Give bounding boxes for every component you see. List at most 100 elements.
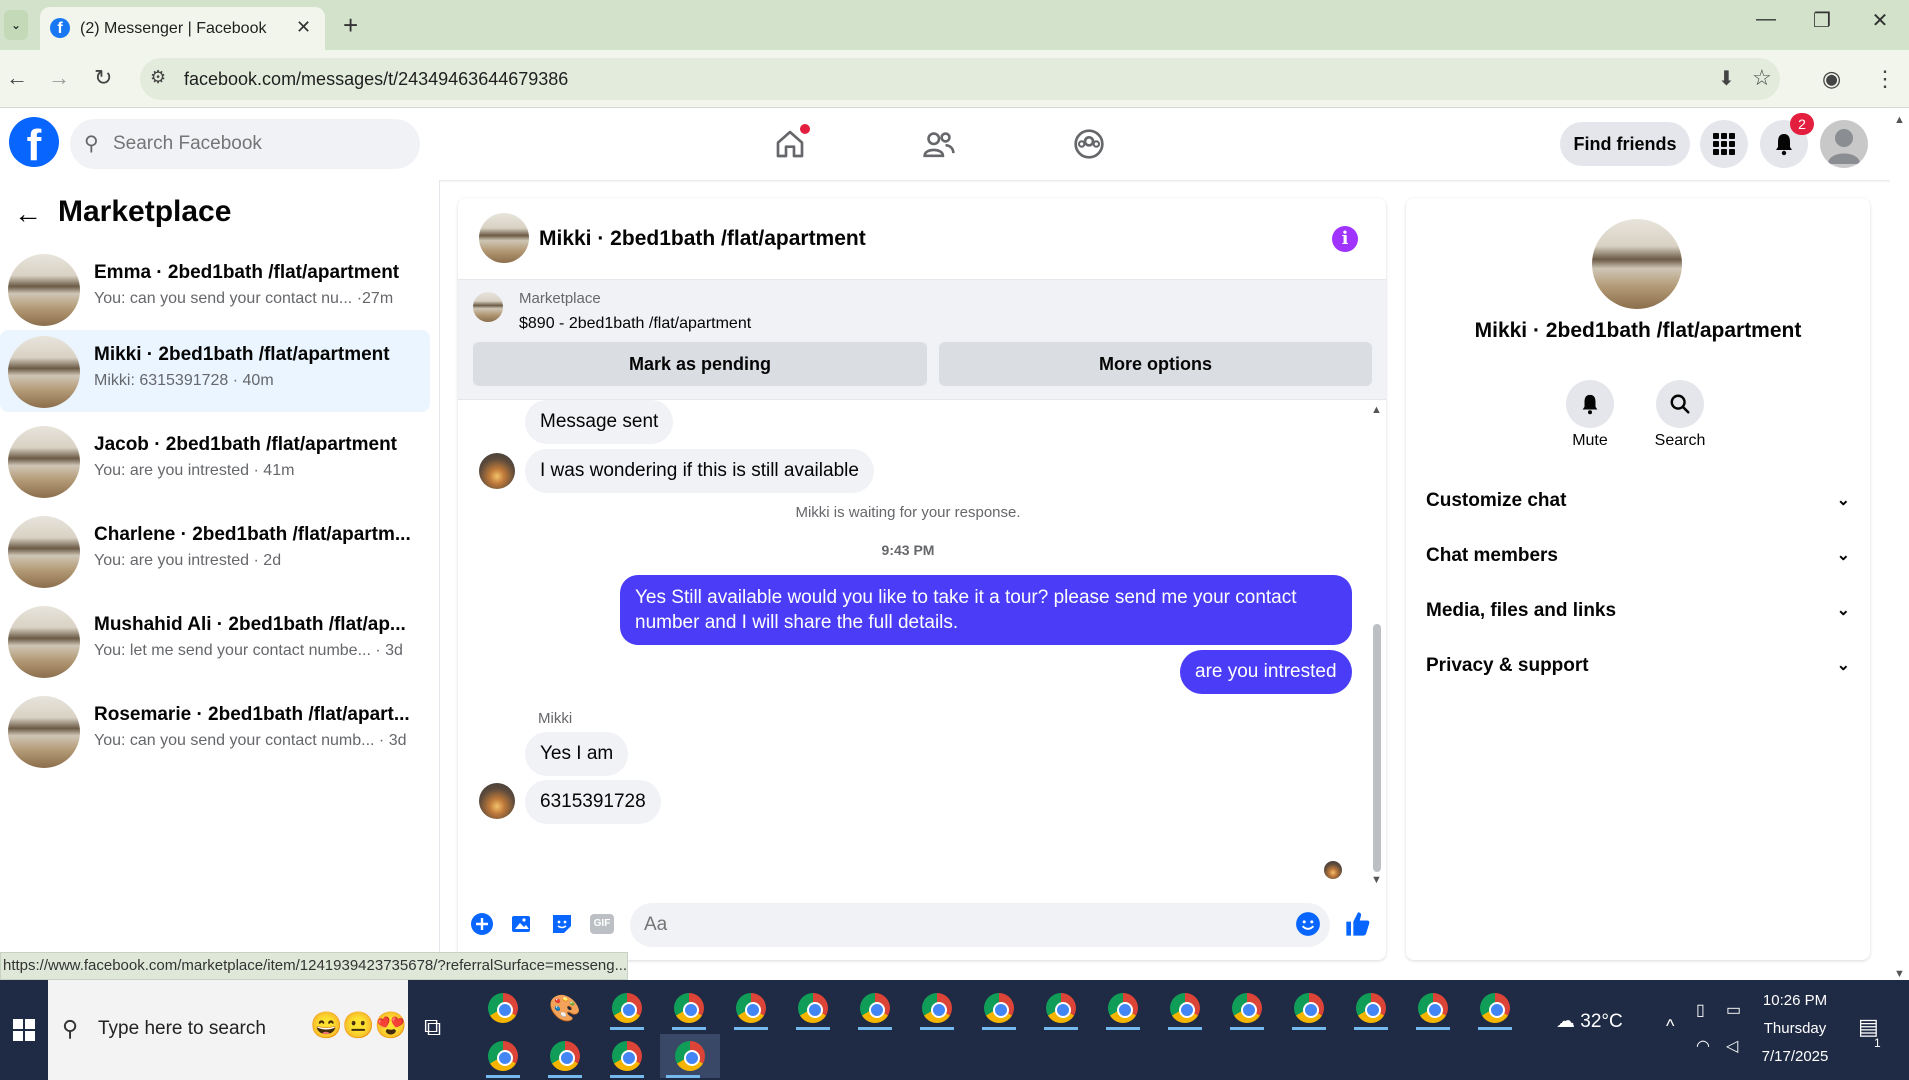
conversation-item[interactable]: Charlene · 2bed1bath /flat/apartm... You…: [0, 510, 430, 592]
chrome-profile-icon[interactable]: [790, 986, 836, 1030]
chrome-profile-icon[interactable]: [666, 986, 712, 1030]
address-bar[interactable]: ⚙ facebook.com/messages/t/24349463644679…: [140, 58, 1780, 100]
section-customize-chat[interactable]: Customize chat ⌄: [1426, 490, 1850, 520]
section-label: Customize chat: [1426, 490, 1567, 511]
conversation-item[interactable]: Mushahid Ali · 2bed1bath /flat/ap... You…: [0, 600, 430, 682]
clock-day[interactable]: Thursday: [1740, 1020, 1850, 1037]
chrome-profile-icon[interactable]: [852, 986, 898, 1030]
section-chat-members[interactable]: Chat members ⌄: [1426, 545, 1850, 575]
chrome-profile-icon[interactable]: [480, 1034, 526, 1078]
browser-menu-icon[interactable]: ⋮: [1874, 66, 1896, 92]
conversation-item[interactable]: Emma · 2bed1bath /flat/apartment You: ca…: [0, 248, 430, 330]
chrome-profile-icon[interactable]: [604, 1034, 650, 1078]
sticker-icon[interactable]: [548, 910, 576, 938]
listing-price[interactable]: $890 - 2bed1bath /flat/apartment: [519, 315, 751, 333]
chrome-profile-icon[interactable]: [1038, 986, 1084, 1030]
mute-bell-icon[interactable]: [1566, 380, 1614, 428]
conversation-item[interactable]: Jacob · 2bed1bath /flat/apartment You: a…: [0, 420, 430, 502]
paint-app-icon[interactable]: 🎨: [542, 986, 588, 1030]
taskbar-search-box[interactable]: ⚲ Type here to search 😄😐😍: [48, 980, 408, 1080]
back-button[interactable]: ←: [6, 65, 28, 91]
restore-button[interactable]: ❐: [1802, 8, 1842, 33]
taskbar-search-placeholder: Type here to search: [98, 1018, 266, 1039]
chrome-profile-icon[interactable]: [1224, 986, 1270, 1030]
volume-icon[interactable]: ◁: [1726, 1036, 1738, 1056]
friends-icon[interactable]: [918, 124, 960, 164]
section-privacy-support[interactable]: Privacy & support ⌄: [1426, 655, 1850, 685]
add-attachment-icon[interactable]: [468, 910, 496, 938]
windows-taskbar: ⚲ Type here to search 😄😐😍 ⧉ 🎨 ☁ 32°C ^ ▯…: [0, 980, 1909, 1080]
message-input[interactable]: [630, 903, 1330, 947]
chrome-profile-icon[interactable]: [1348, 986, 1394, 1030]
minimize-button[interactable]: —: [1746, 8, 1786, 31]
chrome-profile-icon[interactable]: [728, 986, 774, 1030]
chrome-profile-icon[interactable]: [1410, 986, 1456, 1030]
chrome-profile-icon[interactable]: [976, 986, 1022, 1030]
groups-icon[interactable]: [1068, 124, 1110, 164]
conversation-info-icon[interactable]: i: [1332, 226, 1358, 252]
page-scrollbar[interactable]: ▲ ▼: [1890, 108, 1909, 980]
read-receipt-avatar: [1324, 861, 1342, 879]
weather-widget[interactable]: ☁ 32°C: [1556, 1010, 1623, 1033]
facebook-search[interactable]: ⚲: [70, 119, 420, 169]
battery-icon[interactable]: ▭: [1726, 1000, 1741, 1020]
listing-thumbnail[interactable]: [473, 292, 503, 322]
chrome-profile-icon-active[interactable]: [660, 1034, 720, 1078]
browser-tab[interactable]: f (2) Messenger | Facebook ✕: [40, 7, 325, 50]
chat-avatar[interactable]: [479, 213, 529, 263]
message-thread: Message sent I was wondering if this is …: [458, 400, 1386, 890]
url-text[interactable]: facebook.com/messages/t/2434946364467938…: [184, 69, 568, 90]
chrome-profile-icon[interactable]: [542, 1034, 588, 1078]
show-hidden-icons-chevron-icon[interactable]: ^: [1666, 1016, 1674, 1037]
chrome-profile-icon[interactable]: [1100, 986, 1146, 1030]
bookmark-star-icon[interactable]: ☆: [1752, 65, 1772, 91]
forward-button[interactable]: →: [48, 65, 70, 91]
photo-icon[interactable]: [508, 910, 536, 938]
conversation-name: Emma · 2bed1bath /flat/apartment: [94, 262, 400, 283]
back-arrow-icon[interactable]: ←: [14, 198, 42, 230]
facebook-logo[interactable]: f: [9, 117, 59, 167]
info-avatar[interactable]: [1592, 219, 1682, 309]
chrome-profile-icon[interactable]: [1472, 986, 1518, 1030]
chrome-profile-icon[interactable]: [1162, 986, 1208, 1030]
conversation-item[interactable]: Rosemarie · 2bed1bath /flat/apart... You…: [0, 690, 430, 772]
site-info-icon[interactable]: ⚙: [150, 67, 166, 88]
gif-icon[interactable]: GIF: [588, 910, 616, 938]
chrome-profile-icon[interactable]: [914, 986, 960, 1030]
chat-scrollbar[interactable]: ▲ ▼: [1368, 400, 1386, 890]
conversation-item-active[interactable]: Mikki · 2bed1bath /flat/apartment Mikki:…: [0, 330, 430, 412]
chrome-profile-icon[interactable]: [1286, 986, 1332, 1030]
chat-title[interactable]: Mikki · 2bed1bath /flat/apartment: [539, 227, 866, 251]
windows-start-button[interactable]: [0, 980, 48, 1080]
tab-close-icon[interactable]: ✕: [296, 17, 311, 38]
chrome-profile-icon[interactable]: [604, 986, 650, 1030]
search-in-chat-icon[interactable]: [1656, 380, 1704, 428]
conversation-name: Jacob · 2bed1bath /flat/apartment: [94, 434, 398, 455]
menu-grid-icon[interactable]: [1700, 120, 1748, 168]
profile-avatar[interactable]: [1820, 120, 1868, 168]
clock-time[interactable]: 10:26 PM: [1740, 992, 1850, 1009]
reload-button[interactable]: ↻: [94, 65, 112, 91]
section-media-files-links[interactable]: Media, files and links ⌄: [1426, 600, 1850, 630]
install-app-icon[interactable]: ⬇: [1718, 66, 1735, 91]
mark-as-pending-button[interactable]: Mark as pending: [473, 342, 927, 386]
find-friends-button[interactable]: Find friends: [1560, 122, 1690, 166]
tab-search-button[interactable]: ⌄: [4, 10, 28, 40]
profile-icon[interactable]: ◉: [1822, 66, 1841, 92]
clock-date[interactable]: 7/17/2025: [1740, 1048, 1850, 1065]
new-tab-button[interactable]: +: [343, 10, 358, 41]
wifi-icon[interactable]: ◠: [1696, 1036, 1710, 1056]
like-thumb-icon[interactable]: [1344, 910, 1372, 938]
conversation-avatar: [8, 606, 80, 678]
task-view-icon[interactable]: ⧉: [424, 1014, 441, 1042]
scroll-thumb[interactable]: [1373, 624, 1381, 872]
tray-device-icon[interactable]: ▯: [1696, 1000, 1705, 1020]
message-bubble-incoming: Yes I am: [525, 732, 629, 776]
chrome-app-icon[interactable]: [480, 986, 526, 1030]
conversation-preview: You: are you intrested · 2d: [94, 552, 282, 569]
search-input[interactable]: [113, 130, 403, 158]
more-options-button[interactable]: More options: [939, 342, 1372, 386]
window-close-button[interactable]: ✕: [1860, 8, 1900, 33]
conversation-avatar: [8, 254, 80, 326]
emoji-icon[interactable]: [1294, 910, 1322, 938]
